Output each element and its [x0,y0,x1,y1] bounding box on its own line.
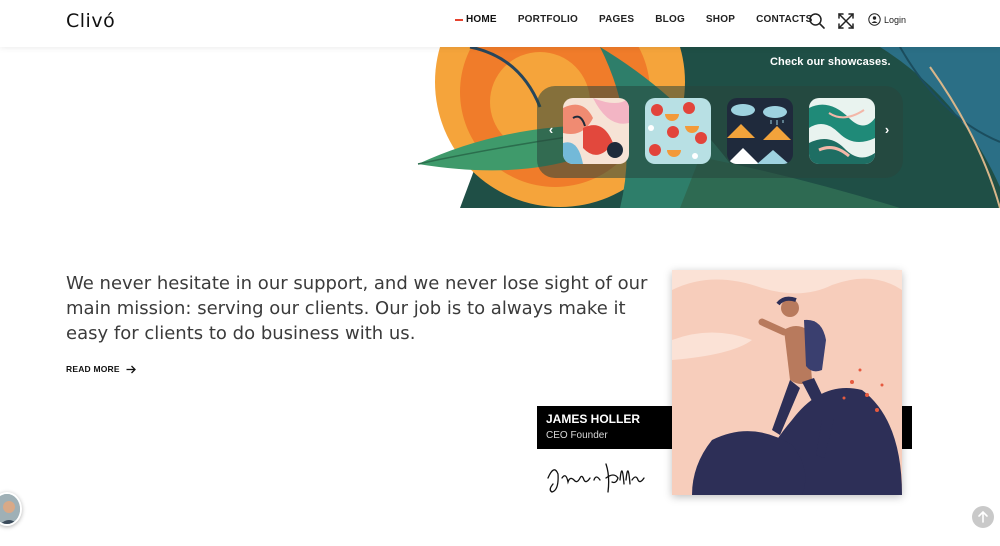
fruit-pattern-image [645,98,711,164]
showcase-caption: Check our showcases. [770,56,891,68]
nav-item-label: HOME [466,14,497,25]
nav-item-label: CONTACTS [756,14,813,25]
read-more-label: READ MORE [66,364,120,374]
chevron-left-icon[interactable]: ‹ [545,123,557,137]
marble-pattern-image [809,98,875,164]
logo[interactable]: Clivó [66,10,115,32]
person-avatar-image [0,494,20,524]
slider-thumb-abstract[interactable] [563,98,629,164]
site-header: Clivó HOME PORTFOLIO PAGES BLOG SHOP CON… [0,0,1000,47]
fullscreen-icon[interactable] [837,12,855,30]
nav-item-portfolio[interactable]: PORTFOLIO [518,14,578,25]
abstract-shapes-image [563,98,629,164]
nav-item-contacts[interactable]: CONTACTS [756,14,812,25]
search-icon[interactable] [808,12,826,30]
read-more-link[interactable]: READ MORE [66,364,136,374]
founder-signature [547,463,645,493]
hiker-illustration [672,270,902,495]
nav-item-shop[interactable]: SHOP [706,14,735,25]
slider-thumb-marble[interactable] [809,98,875,164]
arrow-up-icon [978,510,988,523]
login-label: Login [884,14,907,25]
arrow-right-icon [126,365,136,373]
nav-item-label: SHOP [705,14,736,25]
nav-item-home[interactable]: HOME [455,14,497,25]
hero-banner: Check our showcases. ‹ › [0,47,1000,208]
nav-item-label: PORTFOLIO [517,14,578,25]
user-icon [868,13,881,26]
login-link[interactable]: Login [868,13,906,26]
active-indicator [455,18,463,21]
mission-statement: We never hesitate in our support, and we… [66,273,648,344]
founder-role: CEO Founder [546,430,608,441]
founder-name: JAMES HOLLER [546,412,641,426]
slider-thumb-fruit[interactable] [645,98,711,164]
chevron-right-icon[interactable]: › [881,123,893,137]
showcase-slider: ‹ › [537,86,903,178]
chat-avatar[interactable] [0,492,22,526]
nav-item-pages[interactable]: PAGES [599,14,634,25]
scroll-to-top-button[interactable] [972,506,994,528]
slider-thumb-mountains[interactable] [727,98,793,164]
nav-item-label: BLOG [655,14,685,25]
main-nav: HOME PORTFOLIO PAGES BLOG SHOP CONTACTS [455,14,833,25]
nav-item-blog[interactable]: BLOG [655,14,685,25]
mountain-cloud-image [727,98,793,164]
hiker-image [672,270,902,495]
nav-item-label: PAGES [598,14,635,25]
